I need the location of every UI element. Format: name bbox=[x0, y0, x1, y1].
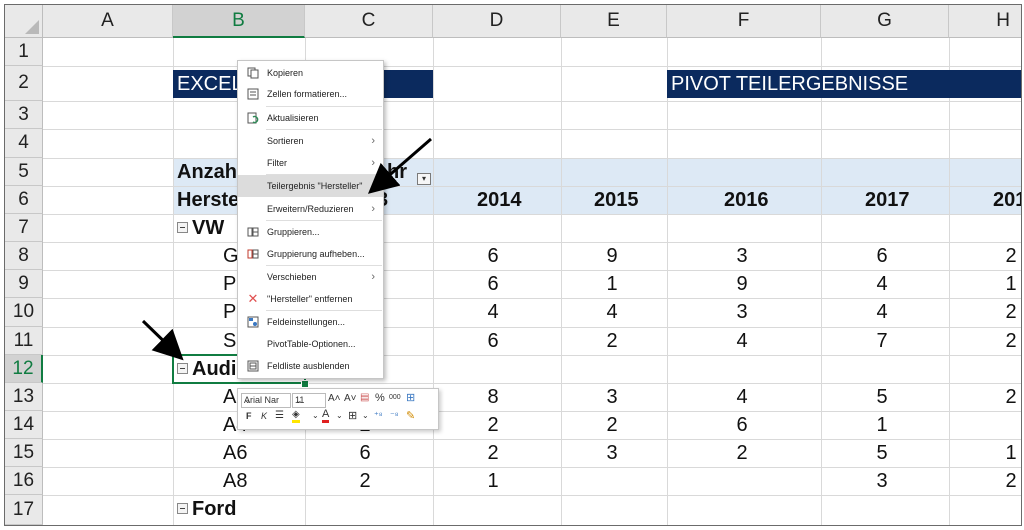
spreadsheet-window: A B C D E F G H 1 2 3 4 5 6 7 8 9 10 11 … bbox=[4, 4, 1022, 526]
arrow-to-subtotal-item bbox=[367, 137, 432, 194]
annotation-arrows bbox=[141, 137, 432, 361]
arrow-to-audi-cell bbox=[141, 319, 184, 361]
